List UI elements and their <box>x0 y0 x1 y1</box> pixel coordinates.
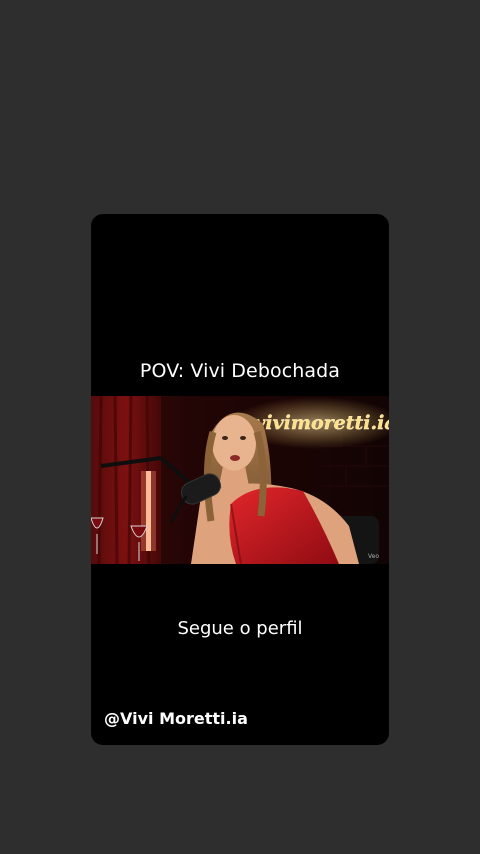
caption-top: POV: Vivi Debochada <box>139 360 341 382</box>
video-frame[interactable]: @vivimoretti.ia Veo <box>91 396 389 564</box>
caption-follow: Segue o perfil <box>177 618 303 639</box>
screen: POV: Vivi Debochada @vivimoretti.ia Veo … <box>0 0 480 854</box>
video-watermark: Veo <box>368 553 379 560</box>
video-scene: @vivimoretti.ia Veo <box>91 396 389 564</box>
profile-handle[interactable]: @Vivi Moretti.ia <box>104 709 248 728</box>
story-card[interactable]: POV: Vivi Debochada @vivimoretti.ia Veo … <box>91 214 389 745</box>
